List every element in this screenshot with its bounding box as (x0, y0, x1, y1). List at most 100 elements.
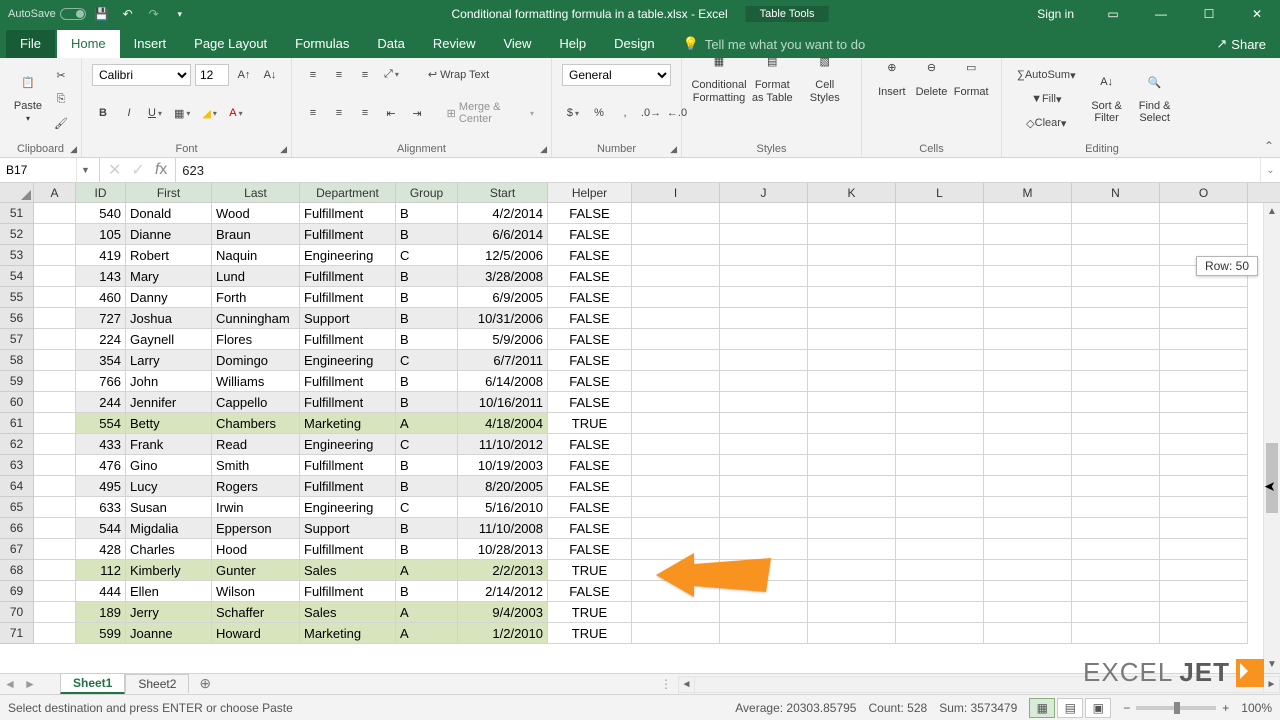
zoom-slider[interactable]: − + (1123, 701, 1229, 715)
cell[interactable]: 10/16/2011 (458, 392, 548, 413)
cell[interactable]: 10/28/2013 (458, 539, 548, 560)
cell[interactable] (808, 623, 896, 644)
cell[interactable] (720, 518, 808, 539)
row-header[interactable]: 54 (0, 266, 34, 287)
cell[interactable] (1072, 455, 1160, 476)
cell[interactable] (632, 224, 720, 245)
cell[interactable] (984, 287, 1072, 308)
cell[interactable] (808, 224, 896, 245)
cell[interactable] (984, 203, 1072, 224)
row-header[interactable]: 55 (0, 287, 34, 308)
cell[interactable] (34, 392, 76, 413)
cell[interactable]: 105 (76, 224, 126, 245)
cell[interactable]: 554 (76, 413, 126, 434)
cell[interactable] (720, 434, 808, 455)
cell[interactable] (984, 560, 1072, 581)
cell[interactable] (34, 623, 76, 644)
cell[interactable] (808, 413, 896, 434)
cell[interactable] (720, 623, 808, 644)
cell[interactable]: Sales (300, 560, 396, 581)
col-header[interactable]: L (896, 183, 984, 202)
cell[interactable] (984, 266, 1072, 287)
tab-help[interactable]: Help (545, 30, 600, 58)
accounting-format-icon[interactable]: $ (562, 102, 584, 124)
autosave-toggle[interactable]: AutoSave (8, 8, 86, 20)
cell[interactable] (896, 518, 984, 539)
cell[interactable] (896, 308, 984, 329)
cell[interactable]: B (396, 287, 458, 308)
cell[interactable]: B (396, 266, 458, 287)
cell[interactable] (632, 350, 720, 371)
cell[interactable]: 633 (76, 497, 126, 518)
increase-indent-icon[interactable]: ⇥ (406, 102, 428, 124)
row-header[interactable]: 67 (0, 539, 34, 560)
cell[interactable]: B (396, 203, 458, 224)
cell[interactable] (632, 497, 720, 518)
cell[interactable] (720, 245, 808, 266)
save-icon[interactable]: 💾 (92, 4, 112, 24)
sheet-nav-next-icon[interactable]: ► (20, 677, 40, 691)
sort-filter-button[interactable]: A↓Sort & Filter (1085, 64, 1129, 126)
col-header[interactable]: A (34, 183, 76, 202)
cell[interactable]: 5/16/2010 (458, 497, 548, 518)
cell[interactable] (808, 497, 896, 518)
cell[interactable]: FALSE (548, 581, 632, 602)
cell[interactable]: Fulfillment (300, 224, 396, 245)
cell[interactable]: B (396, 329, 458, 350)
cell[interactable] (984, 392, 1072, 413)
row-header[interactable]: 53 (0, 245, 34, 266)
cell[interactable] (1160, 287, 1248, 308)
cell[interactable]: Read (212, 434, 300, 455)
cell[interactable]: FALSE (548, 434, 632, 455)
cell[interactable]: John (126, 371, 212, 392)
cell[interactable] (1072, 413, 1160, 434)
cell[interactable] (720, 392, 808, 413)
cell[interactable] (1160, 581, 1248, 602)
cell[interactable] (34, 203, 76, 224)
cell[interactable] (720, 476, 808, 497)
cell[interactable] (34, 560, 76, 581)
cell[interactable] (1072, 329, 1160, 350)
font-color-icon[interactable]: A (225, 102, 247, 124)
cell[interactable]: 112 (76, 560, 126, 581)
cell[interactable] (984, 539, 1072, 560)
cell[interactable]: Fulfillment (300, 287, 396, 308)
share-button[interactable]: ↗ Share (1202, 30, 1280, 58)
launcher-icon[interactable]: ◢ (670, 144, 677, 155)
number-format-select[interactable]: General (562, 64, 671, 86)
cell[interactable]: Wood (212, 203, 300, 224)
cell[interactable] (896, 455, 984, 476)
col-header[interactable]: ID (76, 183, 126, 202)
cell[interactable]: Engineering (300, 497, 396, 518)
cell[interactable]: 4/2/2014 (458, 203, 548, 224)
cell[interactable]: Fulfillment (300, 266, 396, 287)
cell[interactable] (34, 434, 76, 455)
cell[interactable]: Fulfillment (300, 392, 396, 413)
cell[interactable]: Gino (126, 455, 212, 476)
cell[interactable]: Lucy (126, 476, 212, 497)
row-header[interactable]: 68 (0, 560, 34, 581)
insert-cells-button[interactable]: ⊕Insert (872, 50, 912, 100)
decrease-font-icon[interactable]: A↓ (259, 64, 281, 86)
cell[interactable] (896, 371, 984, 392)
cell[interactable] (1072, 371, 1160, 392)
cell[interactable] (808, 539, 896, 560)
cell[interactable]: Marketing (300, 623, 396, 644)
cell[interactable]: 12/5/2006 (458, 245, 548, 266)
cell[interactable] (808, 203, 896, 224)
bold-button[interactable]: B (92, 102, 114, 124)
cell[interactable] (632, 455, 720, 476)
cell[interactable]: A (396, 413, 458, 434)
delete-cells-button[interactable]: ⊖Delete (912, 50, 952, 100)
cell[interactable]: 6/6/2014 (458, 224, 548, 245)
percent-format-icon[interactable]: % (588, 102, 610, 124)
cell[interactable] (1072, 623, 1160, 644)
cell[interactable] (34, 308, 76, 329)
cell[interactable]: Fulfillment (300, 203, 396, 224)
cell[interactable] (896, 623, 984, 644)
launcher-icon[interactable]: ◢ (540, 144, 547, 155)
cell[interactable] (1160, 203, 1248, 224)
cell[interactable]: 433 (76, 434, 126, 455)
page-layout-view-icon[interactable]: ▤ (1057, 698, 1083, 718)
add-sheet-icon[interactable]: ⊕ (189, 675, 221, 692)
